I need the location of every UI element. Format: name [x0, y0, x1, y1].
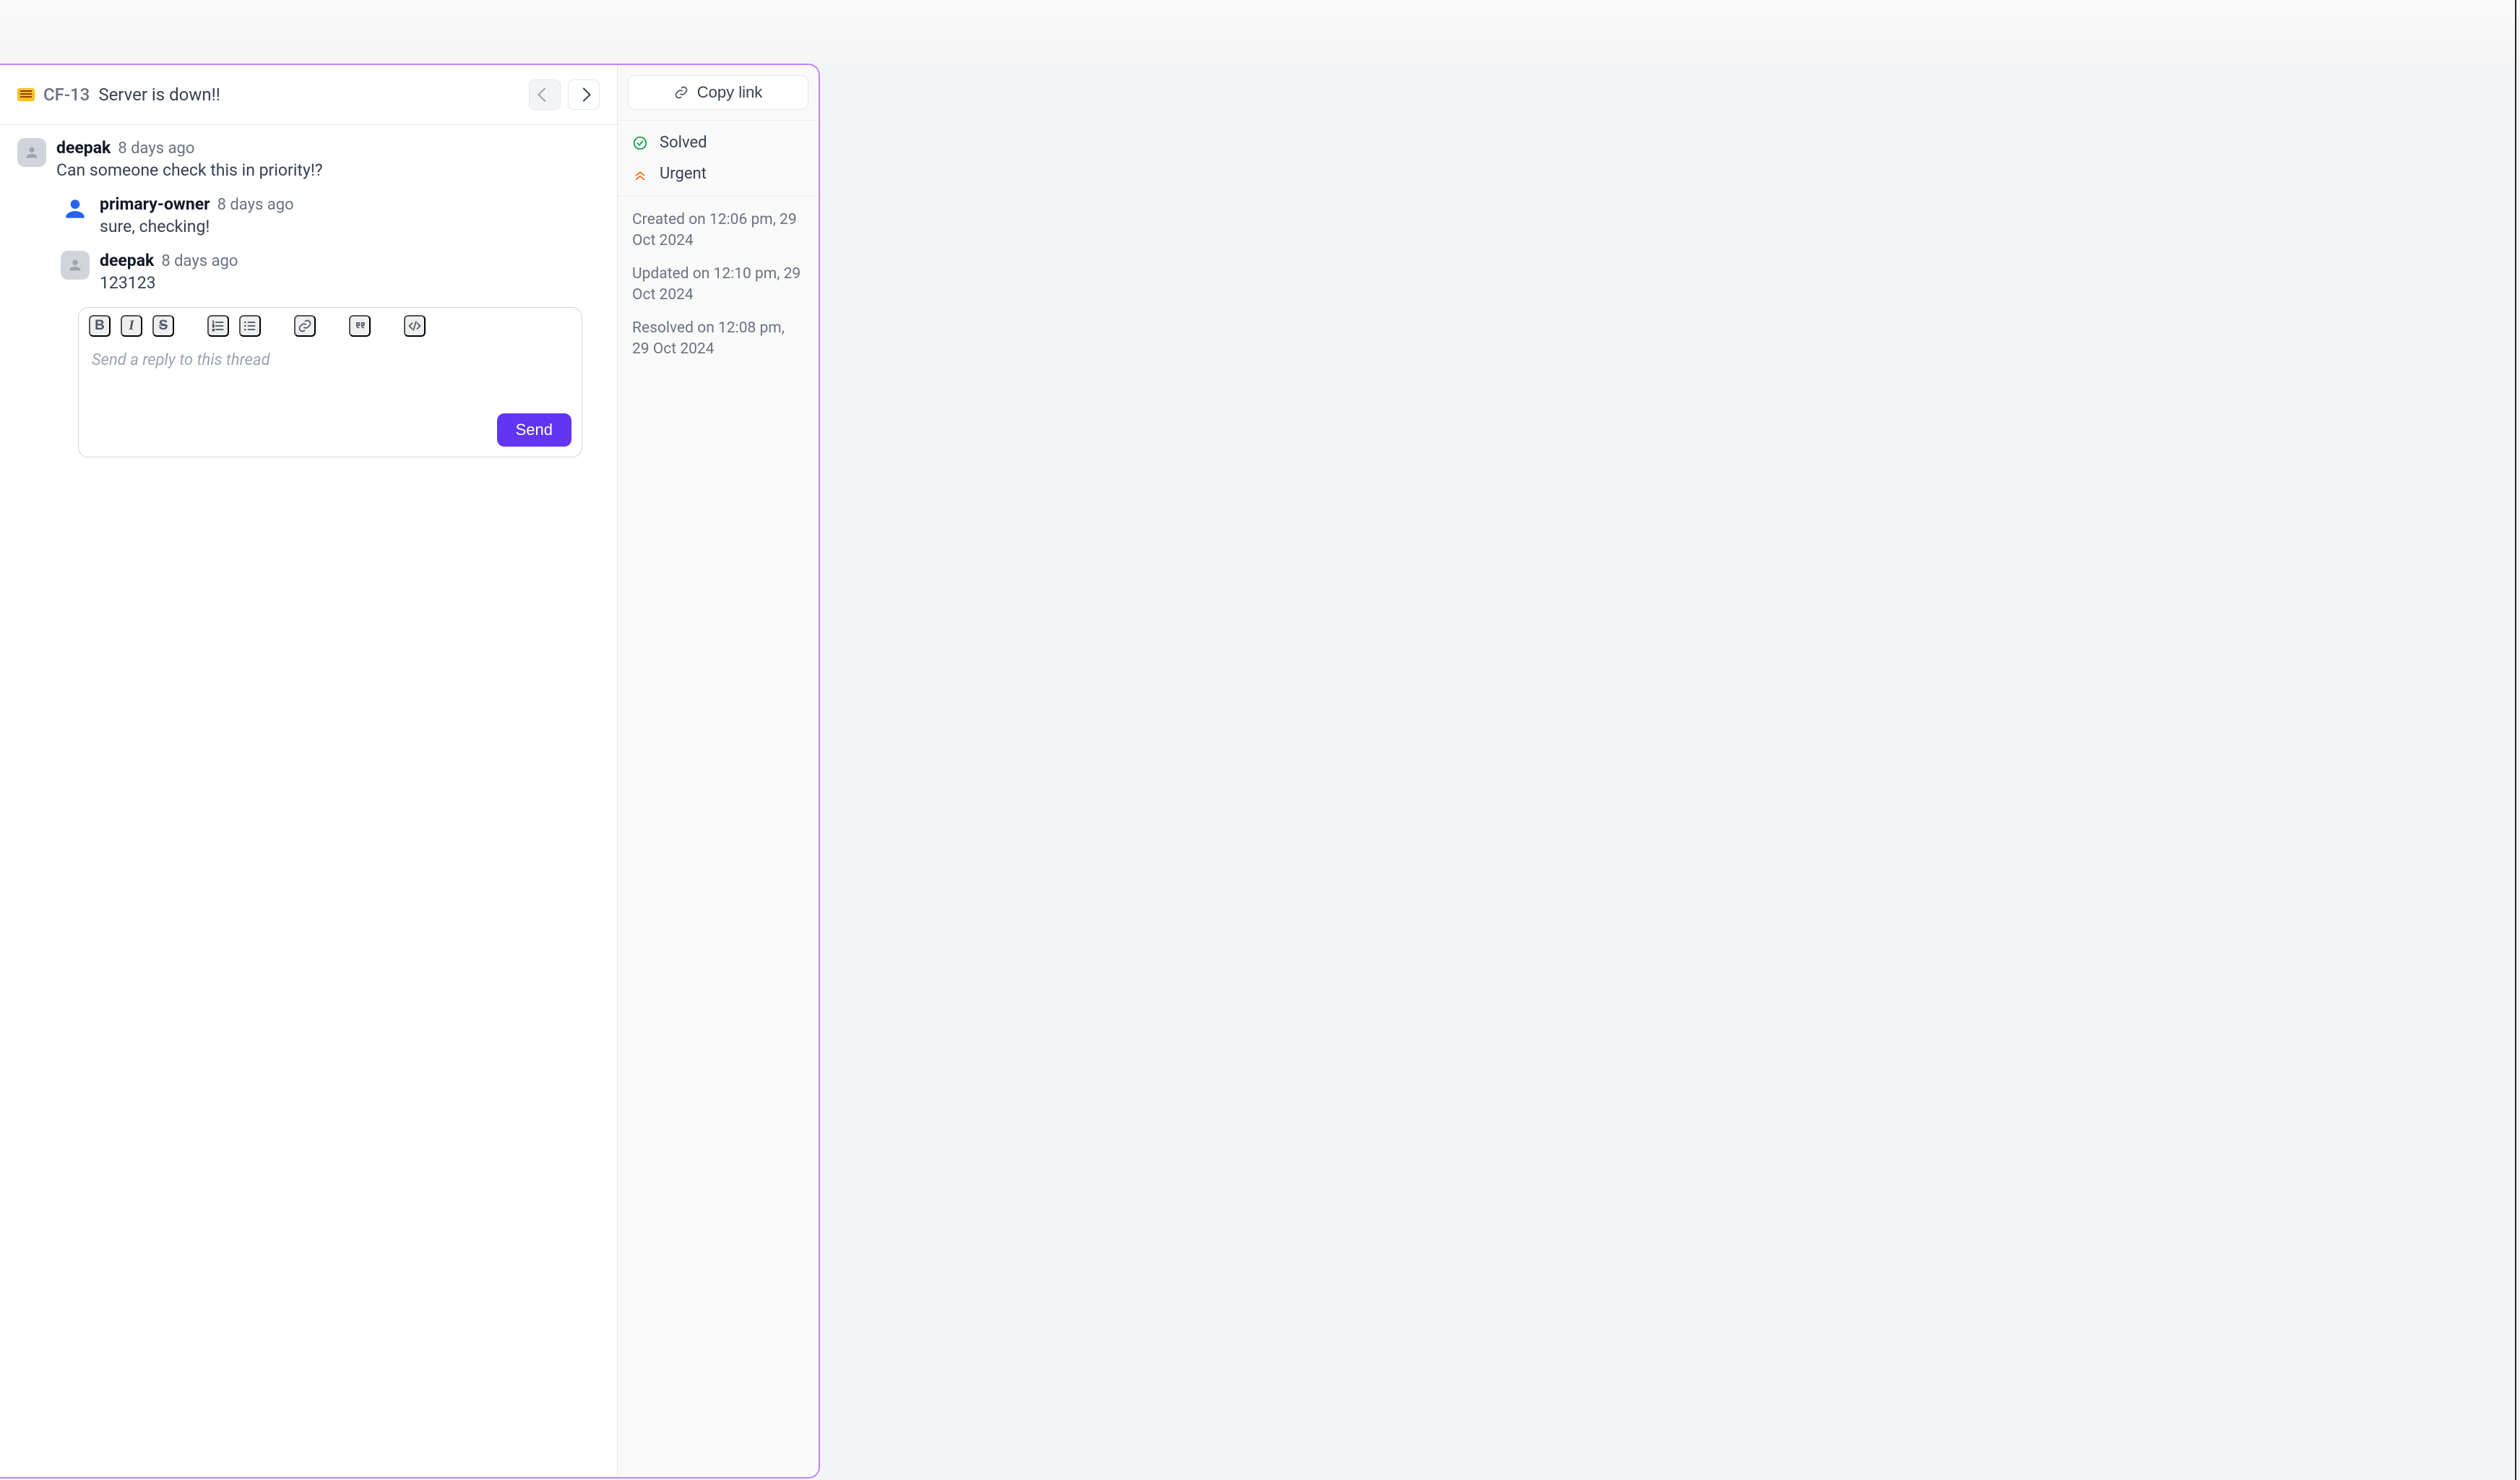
- send-button[interactable]: Send: [497, 413, 571, 447]
- sidebar-status-section: Solved Urgent: [618, 121, 819, 197]
- ticket-title: Server is down!!: [98, 85, 220, 105]
- reply-input[interactable]: Send a reply to this thread: [79, 341, 582, 406]
- bullet-list-button[interactable]: [239, 315, 261, 337]
- avatar: [61, 251, 90, 280]
- top-strip: [0, 0, 2520, 64]
- created-on: Created on 12:06 pm, 29 Oct 2024: [632, 210, 804, 252]
- copy-link-button[interactable]: Copy link: [628, 75, 808, 110]
- app-canvas: CF-13 Server is down!!: [0, 0, 2520, 1480]
- message-text: 123123: [100, 273, 238, 293]
- ordered-list-button[interactable]: [207, 315, 229, 337]
- toolbar-spacer: [381, 315, 394, 337]
- thread-reply: primary-owner 8 days ago sure, checking!: [61, 194, 600, 236]
- ordered-list-icon: [211, 319, 225, 333]
- message-timestamp: 8 days ago: [161, 252, 238, 270]
- message-head: deepak 8 days ago: [56, 138, 323, 158]
- chevron-left-icon: [538, 87, 552, 102]
- next-ticket-button[interactable]: [568, 79, 600, 110]
- chevron-right-icon: [577, 87, 591, 102]
- person-icon: [67, 257, 83, 273]
- ticket-nav: [529, 79, 600, 110]
- quote-icon: [353, 319, 367, 333]
- sidebar-top: Copy link: [618, 65, 819, 121]
- toolbar-spacer: [271, 315, 284, 337]
- message-head: primary-owner 8 days ago: [100, 194, 294, 214]
- ticket-icon: [17, 88, 35, 101]
- message-body: deepak 8 days ago 123123: [100, 251, 238, 293]
- priority-row[interactable]: Urgent: [632, 165, 804, 183]
- reply-composer: B I S: [78, 307, 582, 457]
- ticket-panel: CF-13 Server is down!!: [0, 64, 820, 1479]
- code-button[interactable]: [404, 315, 426, 337]
- composer-wrap: B I S: [17, 307, 600, 478]
- avatar: [17, 138, 46, 167]
- link-button[interactable]: [294, 315, 316, 337]
- prev-ticket-button[interactable]: [529, 79, 561, 110]
- bullet-list-icon: [243, 319, 257, 333]
- toolbar-spacer: [184, 315, 197, 337]
- copy-link-label: Copy link: [697, 83, 762, 102]
- avatar: [61, 194, 90, 223]
- message-text: Can someone check this in priority!?: [56, 160, 323, 180]
- message-timestamp: 8 days ago: [118, 139, 194, 158]
- toolbar-spacer: [326, 315, 339, 337]
- message-text: sure, checking!: [100, 217, 294, 236]
- ticket-title-wrap: CF-13 Server is down!!: [17, 85, 220, 105]
- priority-label: Urgent: [660, 165, 707, 183]
- link-icon: [298, 319, 312, 333]
- check-circle-icon: [632, 135, 648, 151]
- updated-on: Updated on 12:10 pm, 29 Oct 2024: [632, 264, 804, 306]
- quote-button[interactable]: [349, 315, 371, 337]
- resolved-on: Resolved on 12:08 pm, 29 Oct 2024: [632, 318, 804, 361]
- bold-button[interactable]: B: [89, 315, 111, 337]
- priority-urgent-icon: [632, 166, 648, 182]
- thread-root-message: deepak 8 days ago Can someone check this…: [17, 138, 600, 180]
- message-body: primary-owner 8 days ago sure, checking!: [100, 194, 294, 236]
- italic-button[interactable]: I: [121, 315, 142, 337]
- composer-actions: Send: [79, 406, 582, 457]
- strikethrough-button[interactable]: S: [152, 315, 174, 337]
- status-row[interactable]: Solved: [632, 134, 804, 152]
- sidebar-meta-section: Created on 12:06 pm, 29 Oct 2024 Updated…: [618, 197, 819, 373]
- message-timestamp: 8 days ago: [217, 196, 294, 214]
- person-icon: [24, 145, 40, 160]
- thread-reply: deepak 8 days ago 123123: [61, 251, 600, 293]
- thread: deepak 8 days ago Can someone check this…: [0, 125, 617, 498]
- link-icon: [674, 85, 689, 100]
- message-author: primary-owner: [100, 194, 210, 214]
- message-body: deepak 8 days ago Can someone check this…: [56, 138, 323, 180]
- ticket-sidebar: Copy link Solved Urgent Created on 12:06…: [618, 65, 819, 1477]
- person-icon: [61, 195, 89, 223]
- message-author: deepak: [100, 251, 154, 270]
- ticket-id: CF-13: [43, 85, 90, 105]
- ticket-main: CF-13 Server is down!!: [0, 65, 618, 1477]
- composer-toolbar: B I S: [79, 308, 582, 341]
- code-icon: [407, 319, 422, 333]
- page-divider: [2515, 0, 2516, 1480]
- message-head: deepak 8 days ago: [100, 251, 238, 270]
- message-author: deepak: [56, 138, 111, 158]
- ticket-header: CF-13 Server is down!!: [0, 65, 617, 125]
- status-label: Solved: [660, 134, 707, 152]
